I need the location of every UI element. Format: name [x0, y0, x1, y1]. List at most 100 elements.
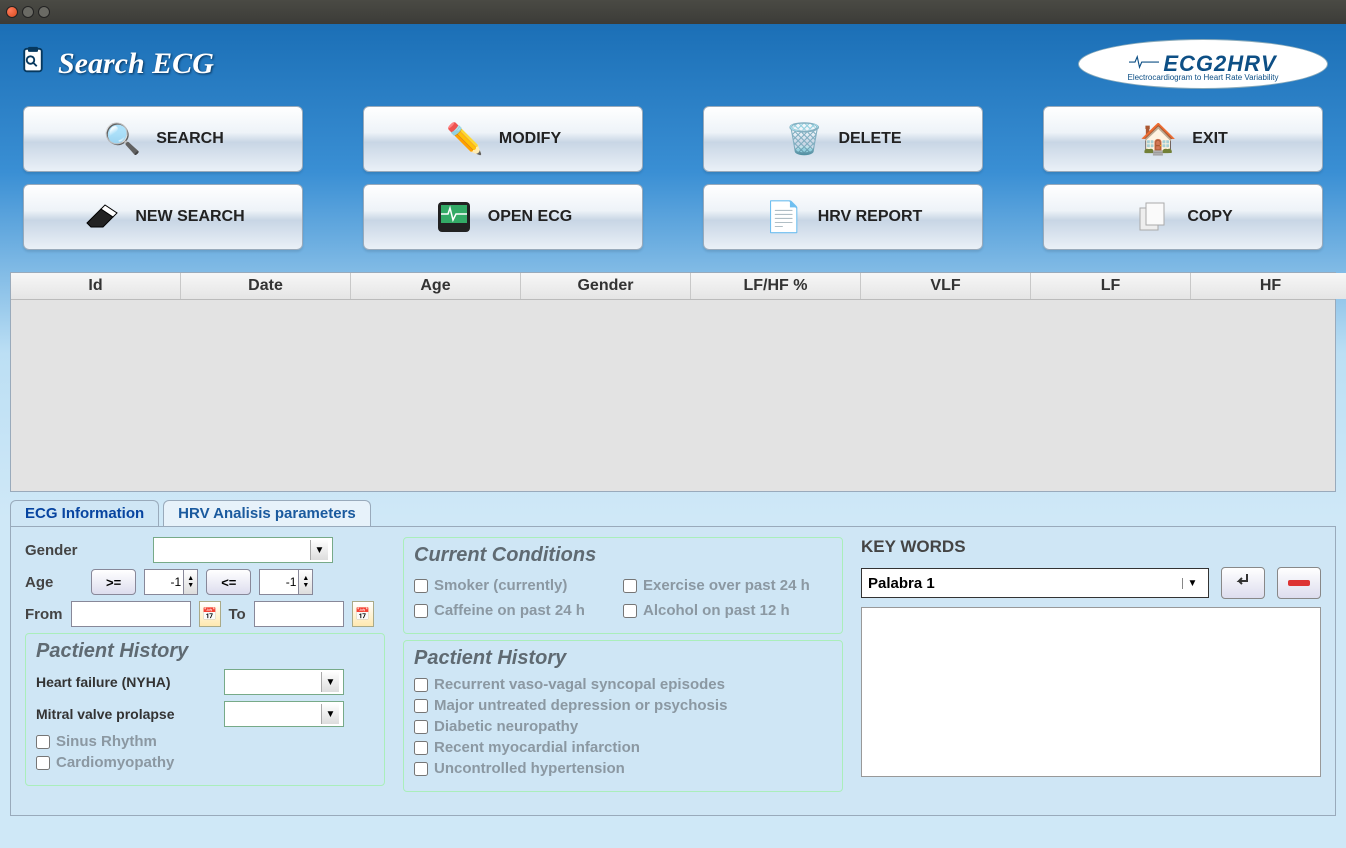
filter-column: Gender ▼ Age >= ▲▼ <= ▲▼: [25, 537, 385, 805]
current-conditions-title: Current Conditions: [414, 544, 832, 567]
pencil-icon: ✏️: [445, 119, 485, 159]
hypertension-check[interactable]: Uncontrolled hypertension: [414, 760, 832, 777]
search-icon: 🔍: [102, 119, 142, 159]
exit-button-label: EXIT: [1192, 130, 1228, 148]
chevron-down-icon: ▼: [321, 672, 339, 692]
exercise-check[interactable]: Exercise over past 24 h: [623, 577, 832, 594]
mitral-valve-label: Mitral valve prolapse: [36, 706, 216, 722]
vaso-vagal-check[interactable]: Recurrent vaso-vagal syncopal episodes: [414, 676, 832, 693]
eraser-icon: [81, 197, 121, 237]
age-le-button[interactable]: <=: [206, 569, 251, 595]
home-icon: 🏠: [1138, 119, 1178, 159]
depression-check[interactable]: Major untreated depression or psychosis: [414, 697, 832, 714]
exit-button[interactable]: 🏠 EXIT: [1043, 106, 1323, 172]
modify-button[interactable]: ✏️ MODIFY: [363, 106, 643, 172]
hrv-report-button[interactable]: 📄 HRV REPORT: [703, 184, 983, 250]
to-label: To: [229, 606, 246, 623]
delete-button[interactable]: 🗑️ DELETE: [703, 106, 983, 172]
delete-button-label: DELETE: [838, 130, 901, 148]
patient-history-title-mid: Pactient History: [414, 647, 832, 670]
chevron-down-icon: ▼: [310, 540, 328, 560]
age-label: Age: [25, 574, 83, 591]
col-age[interactable]: Age: [351, 273, 521, 299]
col-lf[interactable]: LF: [1031, 273, 1191, 299]
age-min-spinner[interactable]: ▲▼: [184, 569, 198, 595]
heart-failure-label: Heart failure (NYHA): [36, 674, 216, 690]
caffeine-check[interactable]: Caffeine on past 24 h: [414, 602, 623, 619]
keyword-remove-button[interactable]: [1277, 567, 1321, 599]
tab-panel: Gender ▼ Age >= ▲▼ <= ▲▼: [10, 526, 1336, 816]
gender-select[interactable]: ▼: [153, 537, 333, 563]
window-close-icon[interactable]: [6, 6, 18, 18]
keyword-add-button[interactable]: [1221, 567, 1265, 599]
myocardial-check[interactable]: Recent myocardial infarction: [414, 739, 832, 756]
sinus-rhythm-check[interactable]: Sinus Rhythm: [36, 733, 374, 750]
table-header: Id Date Age Gender LF/HF % VLF LF HF: [11, 273, 1335, 300]
report-icon: 📄: [764, 197, 804, 237]
diabetic-neuropathy-check[interactable]: Diabetic neuropathy: [414, 718, 832, 735]
keyword-select[interactable]: Palabra 1 ▼: [861, 568, 1209, 598]
gender-label: Gender: [25, 542, 145, 559]
window-maximize-icon[interactable]: [38, 6, 50, 18]
col-hf[interactable]: HF: [1191, 273, 1346, 299]
tab-hrv-params[interactable]: HRV Analisis parameters: [163, 500, 371, 526]
heart-failure-select[interactable]: ▼: [224, 669, 344, 695]
to-date-input[interactable]: [254, 601, 344, 627]
current-conditions-group: Current Conditions Smoker (currently) Ex…: [403, 537, 843, 634]
smoker-check[interactable]: Smoker (currently): [414, 577, 623, 594]
conditions-column: Current Conditions Smoker (currently) Ex…: [403, 537, 843, 805]
hrv-report-button-label: HRV REPORT: [818, 208, 923, 226]
col-date[interactable]: Date: [181, 273, 351, 299]
main-toolbar: 🔍 SEARCH ✏️ MODIFY 🗑️ DELETE 🏠 EXIT NEW …: [10, 106, 1336, 250]
col-id[interactable]: Id: [11, 273, 181, 299]
from-date-input[interactable]: [71, 601, 191, 627]
new-search-button-label: NEW SEARCH: [135, 208, 244, 226]
os-titlebar: [0, 0, 1346, 24]
app-window: Search ECG ECG2HRV Electrocardiogram to …: [0, 24, 1346, 848]
trash-icon: 🗑️: [784, 119, 824, 159]
keywords-title: KEY WORDS: [861, 537, 1321, 557]
new-search-button[interactable]: NEW SEARCH: [23, 184, 303, 250]
page-title-text: Search ECG: [58, 47, 214, 81]
copy-icon: [1133, 197, 1173, 237]
enter-arrow-icon: [1233, 572, 1253, 595]
window-minimize-icon[interactable]: [22, 6, 34, 18]
tab-ecg-info[interactable]: ECG Information: [10, 500, 159, 526]
mitral-valve-select[interactable]: ▼: [224, 701, 344, 727]
ecg-icon: [434, 197, 474, 237]
keyword-selected: Palabra 1: [868, 575, 935, 592]
tab-bar: ECG Information HRV Analisis parameters: [10, 500, 1336, 526]
clipboard-icon: [18, 45, 48, 83]
minus-icon: [1288, 580, 1310, 586]
patient-history-title-left: Pactient History: [36, 640, 374, 663]
search-button[interactable]: 🔍 SEARCH: [23, 106, 303, 172]
app-logo: ECG2HRV Electrocardiogram to Heart Rate …: [1078, 39, 1328, 89]
age-ge-button[interactable]: >=: [91, 569, 136, 595]
patient-history-group-mid: Pactient History Recurrent vaso-vagal sy…: [403, 640, 843, 792]
open-ecg-button-label: OPEN ECG: [488, 208, 572, 226]
col-lfhf[interactable]: LF/HF %: [691, 273, 861, 299]
alcohol-check[interactable]: Alcohol on past 12 h: [623, 602, 832, 619]
chevron-down-icon: ▼: [321, 704, 339, 724]
page-title: Search ECG: [18, 45, 214, 83]
search-button-label: SEARCH: [156, 130, 224, 148]
from-label: From: [25, 606, 63, 623]
results-table[interactable]: Id Date Age Gender LF/HF % VLF LF HF: [10, 272, 1336, 492]
col-gender[interactable]: Gender: [521, 273, 691, 299]
from-date-picker-icon[interactable]: 📅: [199, 601, 221, 627]
logo-sub: Electrocardiogram to Heart Rate Variabil…: [1127, 73, 1278, 82]
keywords-column: KEY WORDS Palabra 1 ▼: [861, 537, 1321, 805]
modify-button-label: MODIFY: [499, 130, 561, 148]
copy-button-label: COPY: [1187, 208, 1232, 226]
chevron-down-icon: ▼: [1182, 578, 1202, 589]
age-max-spinner[interactable]: ▲▼: [299, 569, 313, 595]
keyword-list-area[interactable]: [861, 607, 1321, 777]
open-ecg-button[interactable]: OPEN ECG: [363, 184, 643, 250]
age-max-input[interactable]: [259, 569, 299, 595]
to-date-picker-icon[interactable]: 📅: [352, 601, 374, 627]
col-vlf[interactable]: VLF: [861, 273, 1031, 299]
copy-button[interactable]: COPY: [1043, 184, 1323, 250]
cardiomyopathy-check[interactable]: Cardiomyopathy: [36, 754, 374, 771]
patient-history-group-left: Pactient History Heart failure (NYHA) ▼ …: [25, 633, 385, 786]
age-min-input[interactable]: [144, 569, 184, 595]
